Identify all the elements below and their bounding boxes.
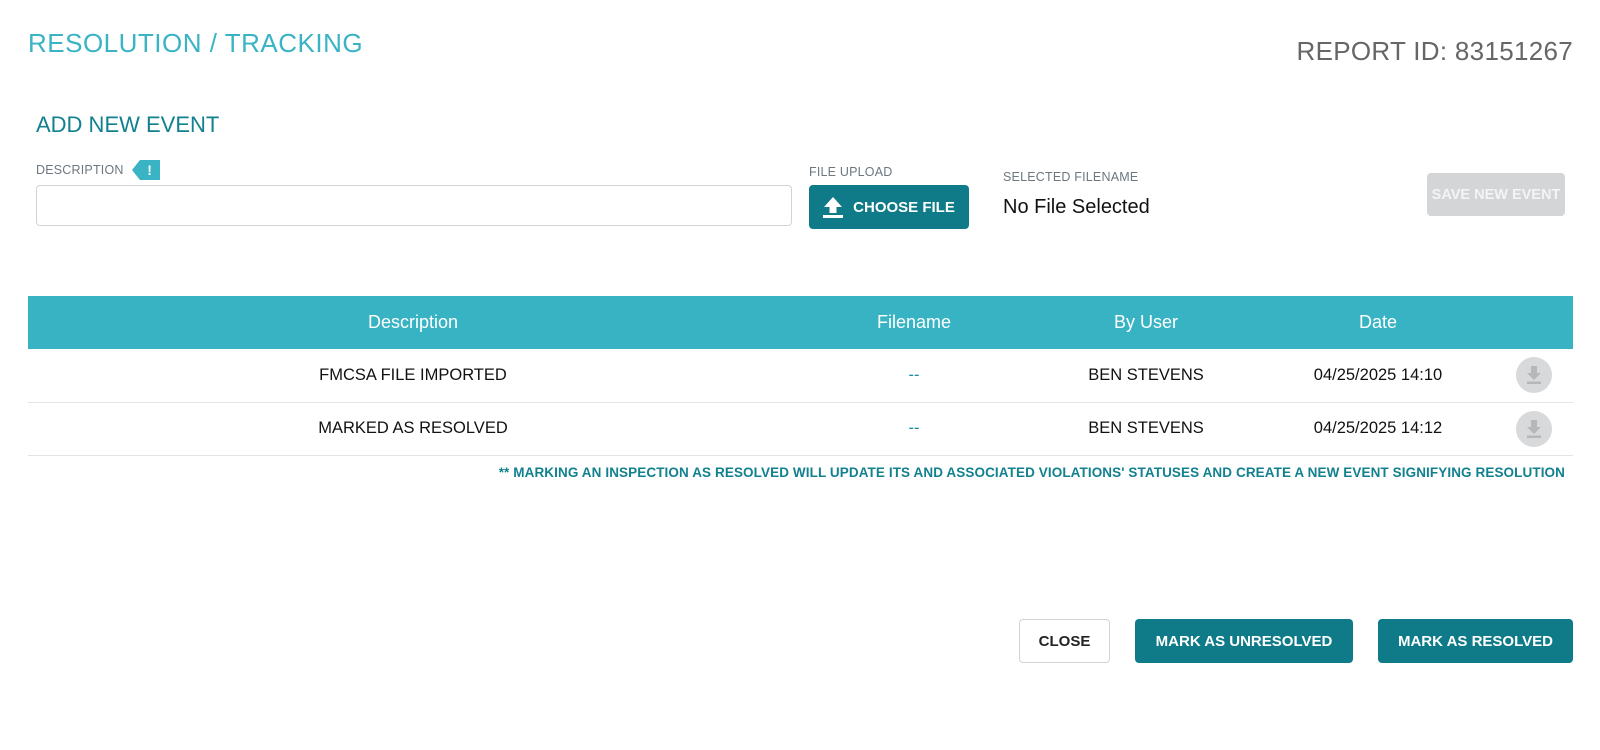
upload-icon: [823, 197, 844, 218]
table-row: MARKED AS RESOLVED -- BEN STEVENS 04/25/…: [28, 402, 1573, 456]
choose-file-button[interactable]: CHOOSE FILE: [809, 185, 969, 229]
events-table: Description Filename By User Date FMCSA …: [28, 296, 1573, 456]
event-filename: --: [798, 402, 1030, 456]
column-header-actions: [1494, 296, 1573, 349]
column-header-description[interactable]: Description: [28, 296, 798, 349]
report-id: REPORT ID: 83151267: [1296, 36, 1573, 66]
table-header-row: Description Filename By User Date: [28, 296, 1573, 349]
event-date: 04/25/2025 14:12: [1262, 402, 1494, 456]
resolution-note: ** MARKING AN INSPECTION AS RESOLVED WIL…: [498, 465, 1565, 480]
mark-as-unresolved-button[interactable]: MARK AS UNRESOLVED: [1135, 619, 1353, 663]
event-download-cell: [1494, 349, 1573, 403]
column-header-filename[interactable]: Filename: [798, 296, 1030, 349]
event-date: 04/25/2025 14:10: [1262, 349, 1494, 403]
download-icon[interactable]: [1515, 410, 1552, 447]
selected-filename-label: SELECTED FILENAME: [1003, 170, 1139, 184]
description-label: DESCRIPTION: [36, 163, 124, 177]
close-button[interactable]: CLOSE: [1019, 619, 1110, 663]
event-filename: --: [798, 349, 1030, 403]
description-label-group: DESCRIPTION !: [36, 160, 160, 180]
event-download-cell: [1494, 402, 1573, 456]
choose-file-label: CHOOSE FILE: [853, 198, 955, 216]
download-icon[interactable]: [1515, 357, 1552, 394]
add-new-event-title: ADD NEW EVENT: [36, 112, 220, 137]
file-upload-label: FILE UPLOAD: [809, 165, 893, 179]
mark-as-resolved-button[interactable]: MARK AS RESOLVED: [1378, 619, 1573, 663]
exclamation-icon: !: [131, 160, 160, 180]
event-description: FMCSA FILE IMPORTED: [28, 349, 798, 403]
table-row: FMCSA FILE IMPORTED -- BEN STEVENS 04/25…: [28, 349, 1573, 403]
description-input[interactable]: [36, 185, 792, 226]
event-description: MARKED AS RESOLVED: [28, 402, 798, 456]
column-header-date[interactable]: Date: [1262, 296, 1494, 349]
save-new-event-button[interactable]: SAVE NEW EVENT: [1427, 173, 1565, 216]
event-user: BEN STEVENS: [1030, 402, 1262, 456]
column-header-by-user[interactable]: By User: [1030, 296, 1262, 349]
event-user: BEN STEVENS: [1030, 349, 1262, 403]
page-title: RESOLUTION / TRACKING: [28, 28, 364, 58]
selected-filename-value: No File Selected: [1003, 196, 1150, 218]
